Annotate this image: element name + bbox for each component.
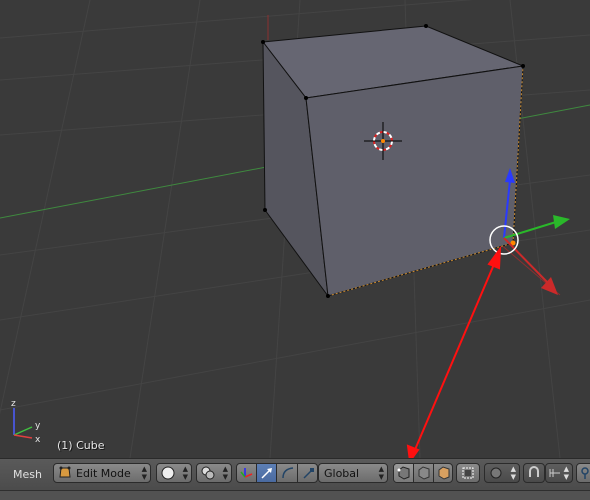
selection-mode-group xyxy=(393,463,453,483)
scale-manipulator-button[interactable] xyxy=(298,464,317,482)
proportional-edit-dropdown[interactable]: ▲ ▼ xyxy=(484,463,520,483)
cube[interactable] xyxy=(261,24,525,298)
snap-element-dropdown[interactable]: ▲ ▼ xyxy=(545,463,573,483)
annotation-arrow xyxy=(406,245,502,458)
3d-viewport[interactable]: z y x (1) Cube xyxy=(0,0,590,458)
translate-manipulator-button[interactable] xyxy=(257,464,277,482)
cube-vertex xyxy=(424,24,428,28)
edge-select-button[interactable] xyxy=(414,464,434,482)
render-icon xyxy=(581,467,589,479)
dropdown-arrows-icon: ▲ ▼ xyxy=(222,465,228,481)
snap-element-icon xyxy=(549,469,560,477)
transform-orientation-dropdown[interactable]: Global ▲ ▼ xyxy=(318,463,388,483)
vertex-select-button[interactable] xyxy=(394,464,414,482)
active-object-label: (1) Cube xyxy=(57,439,105,452)
manipulator-toggle-icon xyxy=(240,468,253,478)
cube-vertex xyxy=(261,40,265,44)
mode-icon xyxy=(59,466,71,478)
dropdown-arrows-icon: ▲ ▼ xyxy=(378,465,384,481)
dropdown-arrows-icon: ▲ ▼ xyxy=(182,465,188,481)
dropdown-arrows-icon: ▲ ▼ xyxy=(510,465,516,481)
limit-selection-button[interactable] xyxy=(456,463,480,483)
cube-vertex xyxy=(521,64,525,68)
axis-widget: z y x xyxy=(11,399,41,445)
limit-selection-icon xyxy=(462,467,474,479)
face-select-icon xyxy=(438,466,450,480)
manipulator-group xyxy=(236,463,318,483)
axis-z-label: z xyxy=(11,399,16,409)
face-select-button[interactable] xyxy=(434,464,452,482)
manipulator-toggle-button[interactable] xyxy=(237,464,257,482)
pivot-point-dropdown[interactable]: ▲ ▼ xyxy=(196,463,232,483)
viewport-shading-dropdown[interactable]: ▲ ▼ xyxy=(156,463,192,483)
mode-dropdown[interactable]: Edit Mode ▲ ▼ xyxy=(53,463,151,483)
cube-vertex xyxy=(304,96,308,100)
rotate-icon xyxy=(282,467,294,479)
axis-y-label: y xyxy=(35,421,41,431)
y-arrow-icon xyxy=(553,215,570,229)
scale-icon xyxy=(303,468,314,479)
axis-x-label: x xyxy=(35,435,41,445)
viewport-shading-icon xyxy=(161,466,175,480)
translate-icon xyxy=(261,468,272,479)
proportional-edit-icon xyxy=(490,467,502,479)
viewport-scene: z y x xyxy=(0,0,590,458)
3d-view-header: Mesh Edit Mode ▲ ▼ ▲ ▼ ▲ ▼ Global ▲ ▼ ▲ … xyxy=(0,458,590,491)
transform-orientation-label: Global xyxy=(324,467,360,480)
cube-vertex xyxy=(326,294,330,298)
x-manipulator-axis xyxy=(503,237,549,284)
pivot-point-icon xyxy=(201,466,215,480)
mesh-menu[interactable]: Mesh xyxy=(13,468,42,481)
snap-icon xyxy=(529,466,539,477)
rotate-manipulator-button[interactable] xyxy=(277,464,298,482)
vertex-select-icon xyxy=(397,466,410,480)
dropdown-arrows-icon: ▲ ▼ xyxy=(141,465,147,481)
snap-toggle-button[interactable] xyxy=(523,463,545,483)
mode-label: Edit Mode xyxy=(76,467,131,480)
dropdown-arrows-icon: ▲ ▼ xyxy=(563,465,569,481)
cube-vertex xyxy=(263,208,267,212)
render-button[interactable] xyxy=(576,463,590,483)
edge-select-icon xyxy=(418,466,430,480)
